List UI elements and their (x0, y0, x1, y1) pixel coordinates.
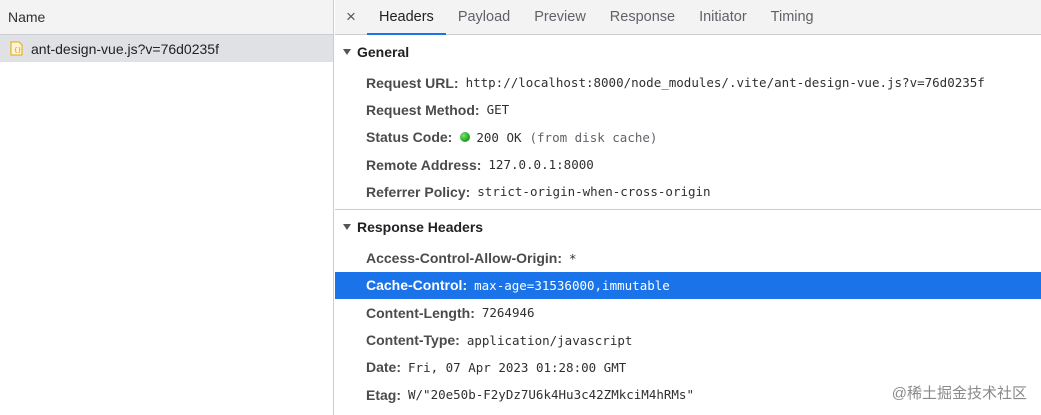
status-value: 200 OK (476, 129, 522, 145)
header-value: strict-origin-when-cross-origin (477, 184, 711, 200)
header-key: Access-Control-Allow-Origin: (366, 250, 563, 267)
header-key: Status Code: (366, 129, 453, 146)
details-tab-bar: × Headers Payload Preview Response Initi… (335, 0, 1041, 35)
response-headers-section-title: Response Headers (357, 219, 484, 236)
name-column-label: Name (8, 9, 46, 25)
tab-payload[interactable]: Payload (446, 0, 522, 34)
header-key: Cache-Control: (366, 277, 468, 294)
status-ok-icon (460, 132, 471, 143)
tab-response[interactable]: Response (598, 0, 687, 34)
header-value: GET (486, 102, 510, 118)
header-key: Referrer Policy: (366, 183, 471, 200)
tab-timing[interactable]: Timing (759, 0, 826, 34)
header-row-access-control-allow-origin[interactable]: Access-Control-Allow-Origin: * (335, 244, 1041, 271)
header-key: Request URL: (366, 74, 459, 91)
status-cache-note: (from disk cache) (529, 129, 658, 145)
header-value: * (569, 250, 577, 266)
watermark: @稀土掘金技术社区 (891, 385, 1027, 402)
header-key: Content-Length: (366, 304, 475, 321)
header-key: Date: (366, 359, 402, 376)
tab-headers[interactable]: Headers (367, 0, 446, 35)
header-row-referrer-policy[interactable]: Referrer Policy: strict-origin-when-cros… (335, 178, 1041, 205)
header-key: Etag: (366, 386, 401, 403)
header-row-request-method[interactable]: Request Method: GET (335, 96, 1041, 123)
header-key: Content-Type: (366, 332, 460, 349)
header-row-content-length[interactable]: Content-Length: 7264946 (335, 299, 1041, 326)
header-value: 127.0.0.1:8000 (488, 157, 594, 173)
header-key: Request Method: (366, 101, 480, 118)
header-value: W/"20e50b-F2yDz7U6k4Hu3c42ZMkciM4hRMs" (408, 387, 694, 403)
request-list-panel: Name {} ant-design-vue.js?v=76d0235f (0, 0, 334, 415)
header-key: Remote Address: (366, 156, 482, 173)
header-row-cache-control[interactable]: Cache-Control: max-age=31536000,immutabl… (335, 271, 1041, 300)
triangle-down-icon (343, 49, 351, 55)
request-name: ant-design-vue.js?v=76d0235f (31, 40, 219, 57)
header-row-content-type[interactable]: Content-Type: application/javascript (335, 326, 1041, 353)
name-column-header[interactable]: Name (0, 0, 333, 35)
header-row-status-code[interactable]: Status Code: 200 OK (from disk cache) (335, 124, 1041, 151)
svg-text:{}: {} (14, 47, 21, 54)
header-value: 7264946 (481, 305, 535, 321)
close-icon[interactable]: × (335, 0, 367, 34)
header-row-request-url[interactable]: Request URL: http://localhost:8000/node_… (335, 69, 1041, 96)
header-value: Fri, 07 Apr 2023 01:28:00 GMT (408, 359, 627, 375)
header-value: http://localhost:8000/node_modules/.vite… (465, 75, 985, 91)
header-row-remote-address[interactable]: Remote Address: 127.0.0.1:8000 (335, 151, 1041, 178)
request-list-item[interactable]: {} ant-design-vue.js?v=76d0235f (0, 35, 333, 62)
request-details-panel: × Headers Payload Preview Response Initi… (335, 0, 1041, 415)
header-value: max-age=31536000,immutable (474, 277, 670, 293)
triangle-down-icon (343, 224, 351, 231)
header-row-date[interactable]: Date: Fri, 07 Apr 2023 01:28:00 GMT (335, 354, 1041, 381)
general-section-title: General (357, 44, 410, 60)
js-file-icon: {} (10, 41, 23, 56)
tab-initiator[interactable]: Initiator (687, 0, 759, 34)
response-headers-section-header[interactable]: Response Headers (335, 210, 1041, 244)
header-value: application/javascript (466, 332, 633, 348)
tab-preview[interactable]: Preview (522, 0, 598, 34)
general-section-header[interactable]: General (335, 35, 1041, 69)
